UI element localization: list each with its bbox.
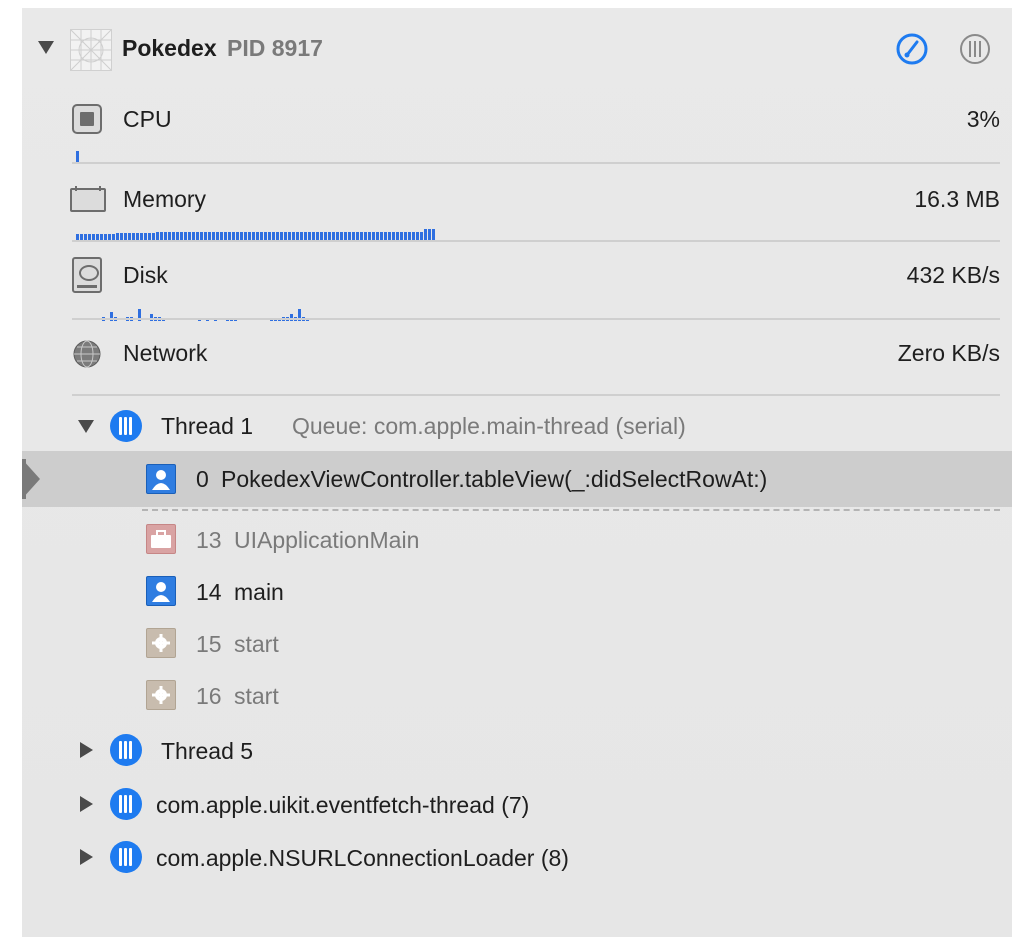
thread-icon — [110, 734, 142, 766]
thread-row[interactable]: com.apple.uikit.eventfetch-thread (7) — [22, 780, 1012, 830]
app-icon — [70, 29, 112, 71]
network-label: Network — [123, 340, 208, 366]
current-frame-indicator-bar — [22, 459, 26, 499]
gear-icon — [146, 628, 176, 658]
debug-navigator: Pokedex PID 8917 CPU 3% Memory 16.3 MB D… — [22, 8, 1012, 937]
skipped-frames-separator — [142, 509, 1000, 511]
disclosure-triangle-collapsed[interactable] — [80, 849, 93, 865]
frame-number: 13 — [196, 527, 222, 553]
process-pid: PID 8917 — [227, 35, 323, 61]
frame-number: 16 — [196, 683, 222, 709]
stack-frame-row-selected[interactable]: 0 PokedexViewController.tableView(_:didS… — [22, 451, 1012, 507]
frame-number: 15 — [196, 631, 222, 657]
cpu-value: 3% — [966, 106, 1000, 132]
user-code-frame-icon — [146, 464, 176, 494]
threads-view-icon[interactable] — [958, 32, 992, 71]
gear-icon — [146, 680, 176, 710]
frame-number: 0 — [196, 466, 209, 492]
cpu-label: CPU — [123, 106, 172, 132]
thread-title: Thread 5 — [161, 738, 254, 764]
thread-row-1[interactable]: Thread 1 Queue: com.apple.main-thread (s… — [22, 403, 1012, 449]
frame-number: 14 — [196, 579, 222, 605]
disk-gauge-row[interactable]: Disk 432 KB/s — [22, 252, 1012, 322]
disclosure-triangle-collapsed[interactable] — [80, 742, 93, 758]
frame-symbol: start — [234, 631, 279, 657]
network-value: Zero KB/s — [897, 340, 1000, 366]
thread-row[interactable]: Thread 5 — [22, 726, 1012, 776]
frame-symbol: UIApplicationMain — [234, 527, 420, 553]
stack-frame-row[interactable]: 16 start — [22, 670, 1012, 722]
thread-row[interactable]: com.apple.NSURLConnectionLoader (8) — [22, 833, 1012, 883]
thread-queue: Queue: com.apple.main-thread (serial) — [292, 413, 686, 439]
thread-title: com.apple.uikit.eventfetch-thread (7) — [156, 792, 530, 818]
disclosure-triangle-collapsed[interactable] — [80, 796, 93, 812]
disk-label: Disk — [123, 262, 168, 288]
stack-frame-row[interactable]: 13 UIApplicationMain — [22, 514, 1012, 566]
disclosure-triangle-expanded[interactable] — [78, 420, 94, 433]
disclosure-triangle-expanded[interactable] — [38, 41, 54, 54]
memory-label: Memory — [123, 186, 207, 212]
divider — [72, 162, 1000, 164]
user-code-frame-icon — [146, 576, 176, 606]
divider — [72, 394, 1000, 396]
memory-icon — [70, 186, 106, 212]
briefcase-icon — [146, 524, 176, 554]
cpu-icon — [72, 104, 102, 134]
disk-value: 432 KB/s — [906, 262, 1000, 288]
process-row[interactable]: Pokedex PID 8917 — [22, 8, 1012, 88]
memory-value: 16.3 MB — [914, 186, 1000, 212]
network-icon — [72, 339, 102, 374]
thread-title: Thread 1 — [161, 413, 254, 439]
thread-icon — [110, 788, 142, 820]
thread-icon — [110, 841, 142, 873]
frame-symbol: PokedexViewController.tableView(_:didSel… — [221, 466, 768, 492]
divider — [72, 318, 1000, 320]
frame-symbol: start — [234, 683, 279, 709]
gauge-icon[interactable] — [895, 32, 929, 71]
thread-title: com.apple.NSURLConnectionLoader (8) — [156, 845, 569, 871]
process-name: Pokedex — [122, 35, 217, 61]
memory-gauge-row[interactable]: Memory 16.3 MB — [22, 176, 1012, 246]
disk-icon — [72, 257, 102, 293]
thread-icon — [110, 410, 142, 442]
divider — [72, 240, 1000, 242]
network-gauge-row[interactable]: Network Zero KB/s — [22, 330, 1012, 390]
frame-symbol: main — [234, 579, 284, 605]
stack-frame-row[interactable]: 14 main — [22, 566, 1012, 618]
stack-frame-row[interactable]: 15 start — [22, 618, 1012, 670]
cpu-gauge-row[interactable]: CPU 3% — [22, 96, 1012, 166]
